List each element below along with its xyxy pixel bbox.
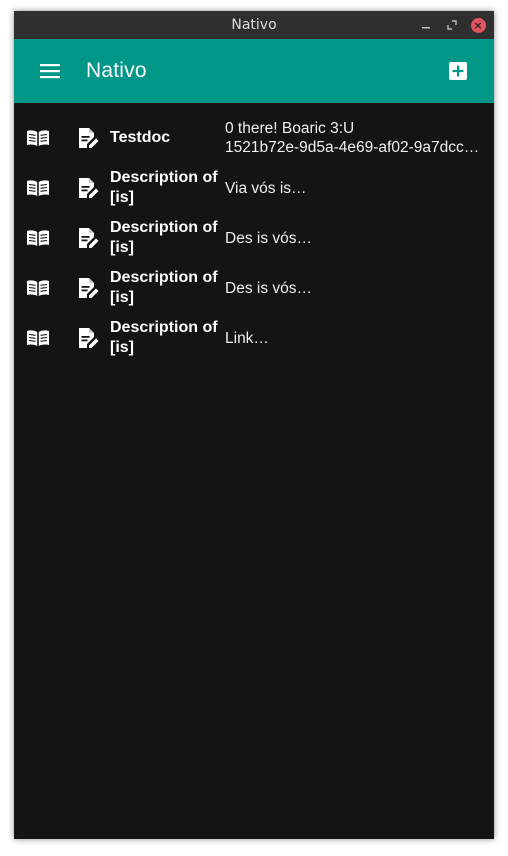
close-button[interactable]: × (470, 17, 486, 33)
add-document-button[interactable] (440, 53, 476, 89)
document-row[interactable]: Description of [is] Link… (14, 313, 494, 363)
add-box-icon (449, 62, 467, 80)
document-description: Des is vós… (225, 263, 486, 313)
edit-document-icon[interactable] (76, 276, 100, 300)
book-open-icon[interactable] (26, 326, 50, 350)
edit-document-icon[interactable] (76, 226, 100, 250)
book-open-icon[interactable] (26, 126, 50, 150)
minimize-icon[interactable] (418, 17, 434, 33)
edit-document-icon[interactable] (76, 176, 100, 200)
edit-document-icon[interactable] (76, 326, 100, 350)
window-controls: × (418, 11, 486, 39)
menu-icon (40, 64, 60, 79)
document-title: Description of [is] (110, 219, 218, 256)
app-window: Nativo × Nativo Testdoc 0 there! Boaric … (14, 11, 494, 839)
window-titlebar[interactable]: Nativo × (14, 11, 494, 39)
document-description: Via vós is… (225, 163, 486, 213)
document-title: Description of [is] (110, 269, 218, 306)
maximize-icon[interactable] (444, 17, 460, 33)
description-line: Link… (225, 329, 269, 347)
description-line: 1521b72e-9d5a-4e69-af02-9a7dcc… (225, 139, 480, 156)
document-row[interactable]: Description of [is] Via vós is… (14, 163, 494, 213)
document-description: Link… (225, 313, 486, 363)
document-description: Des is vós… (225, 213, 486, 263)
description-line: Des is vós… (225, 279, 312, 297)
document-row[interactable]: Testdoc 0 there! Boaric 3:U 1521b72e-9d5… (14, 113, 494, 163)
document-row[interactable]: Description of [is] Des is vós… (14, 213, 494, 263)
description-line: 0 there! Boaric 3:U (225, 120, 355, 137)
book-open-icon[interactable] (26, 176, 50, 200)
edit-document-icon[interactable] (76, 126, 100, 150)
document-list: Testdoc 0 there! Boaric 3:U 1521b72e-9d5… (14, 103, 494, 363)
app-bar: Nativo (14, 39, 494, 103)
app-title: Nativo (86, 59, 147, 82)
close-icon: × (470, 17, 486, 33)
book-open-icon[interactable] (26, 276, 50, 300)
book-open-icon[interactable] (26, 226, 50, 250)
document-description: 0 there! Boaric 3:U 1521b72e-9d5a-4e69-a… (225, 113, 486, 163)
document-title: Description of [is] (110, 169, 218, 206)
window-title: Nativo (231, 17, 277, 33)
document-title: Testdoc (110, 129, 171, 146)
menu-button[interactable] (32, 53, 68, 89)
document-row[interactable]: Description of [is] Des is vós… (14, 263, 494, 313)
document-title: Description of [is] (110, 319, 218, 356)
description-line: Via vós is… (225, 179, 307, 197)
description-line: Des is vós… (225, 229, 312, 247)
